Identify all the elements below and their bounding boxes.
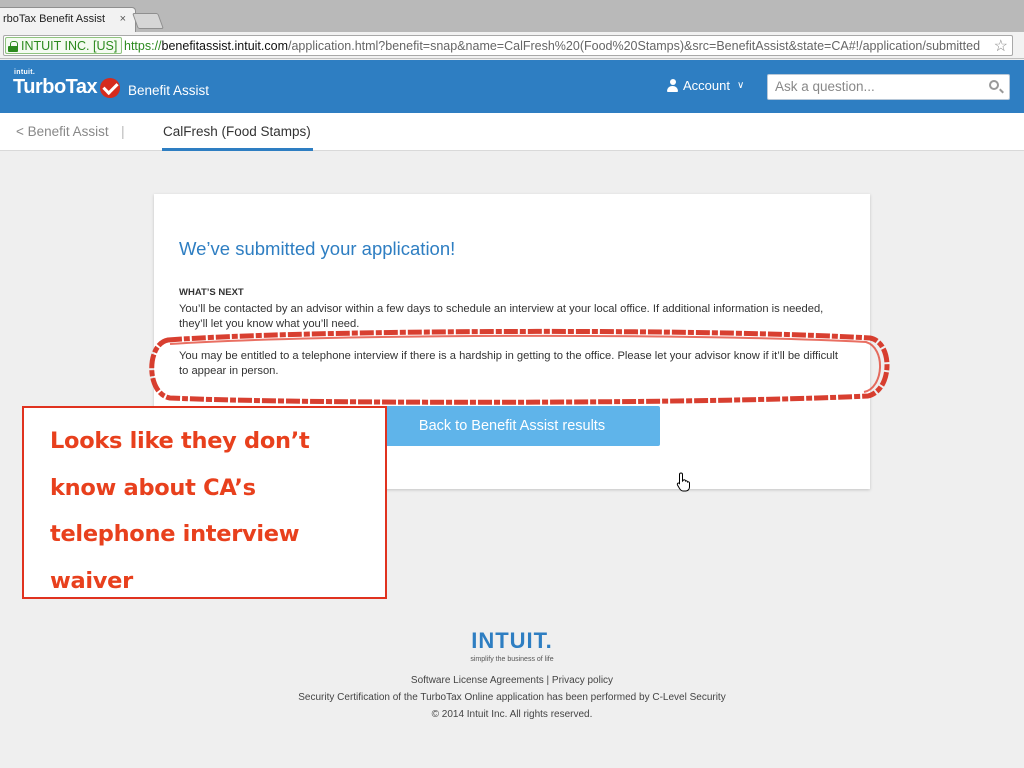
browser-tabstrip: rboTax Benefit Assist × xyxy=(0,0,1024,32)
next-steps-paragraph: You’ll be contacted by an advisor within… xyxy=(179,303,824,330)
footer-certification: Security Certification of the TurboTax O… xyxy=(298,692,726,703)
annotation-line-2: know about CA’s xyxy=(50,474,256,501)
url-host: benefitassist.intuit.com xyxy=(161,39,288,53)
url-scheme: https:// xyxy=(124,39,162,53)
footer-links[interactable]: Software License Agreements | Privacy po… xyxy=(0,675,1024,686)
intuit-footer-logo[interactable]: INTUIT. xyxy=(0,628,1024,654)
turbotax-logo[interactable]: TurboTax xyxy=(13,76,98,99)
app-header: intuit. TurboTax Benefit Assist Account … xyxy=(0,60,1024,113)
telephone-interview-paragraph: You may be entitled to a telephone inter… xyxy=(179,350,838,377)
footer-copyright: © 2014 Intuit Inc. All rights reserved. xyxy=(431,709,593,720)
lock-icon xyxy=(8,40,18,52)
ev-certificate-badge[interactable]: INTUIT INC. [US] xyxy=(5,37,123,54)
section-label: WHAT’S NEXT xyxy=(179,287,244,298)
search-placeholder: Ask a question... xyxy=(775,79,875,94)
search-icon[interactable] xyxy=(989,80,999,90)
active-tab-indicator xyxy=(162,148,313,151)
sub-navigation: < Benefit Assist | CalFresh (Food Stamps… xyxy=(0,113,1024,151)
tab-calfresh[interactable]: CalFresh (Food Stamps) xyxy=(163,124,311,139)
annotation-callout: Looks like they don’t know about CA’s te… xyxy=(22,406,387,599)
hand-cursor-icon xyxy=(676,472,690,492)
annotation-line-1: Looks like they don’t xyxy=(50,428,310,454)
footer-tagline: simplify the business of life xyxy=(470,656,554,663)
url-path: /application.html?benefit=snap&name=CalF… xyxy=(287,39,981,53)
new-tab-button[interactable] xyxy=(132,13,164,29)
url-text[interactable]: https://benefitassist.intuit.com/applica… xyxy=(124,39,980,53)
back-to-benefit-assist-link[interactable]: < Benefit Assist xyxy=(16,124,109,139)
annotation-line-3: telephone interview xyxy=(50,521,300,547)
chevron-down-icon: ∨ xyxy=(736,80,745,91)
browser-tab-title: rboTax Benefit Assist xyxy=(3,13,106,25)
page-title: We’ve submitted your application! xyxy=(179,238,456,259)
tab-close-icon[interactable]: × xyxy=(120,13,126,25)
address-bar[interactable]: INTUIT INC. [US] https://benefitassist.i… xyxy=(3,35,1013,56)
product-name: Benefit Assist xyxy=(128,83,210,98)
user-icon xyxy=(667,79,678,92)
account-label: Account xyxy=(683,78,730,93)
checkmark-logo-icon xyxy=(100,78,120,98)
search-input[interactable]: Ask a question... xyxy=(767,74,1010,100)
account-menu[interactable]: Account ∨ xyxy=(667,78,744,93)
nav-separator: | xyxy=(121,123,125,139)
ev-label: INTUIT INC. [US] xyxy=(21,39,118,53)
browser-tab[interactable]: rboTax Benefit Assist × xyxy=(0,7,136,32)
annotation-line-4: waiver xyxy=(50,567,133,594)
back-to-results-button[interactable]: Back to Benefit Assist results xyxy=(364,406,660,446)
browser-toolbar: INTUIT INC. [US] https://benefitassist.i… xyxy=(0,32,1024,59)
intuit-wordmark: intuit. xyxy=(14,69,36,76)
bookmark-star-icon[interactable]: ☆ xyxy=(994,36,1008,55)
